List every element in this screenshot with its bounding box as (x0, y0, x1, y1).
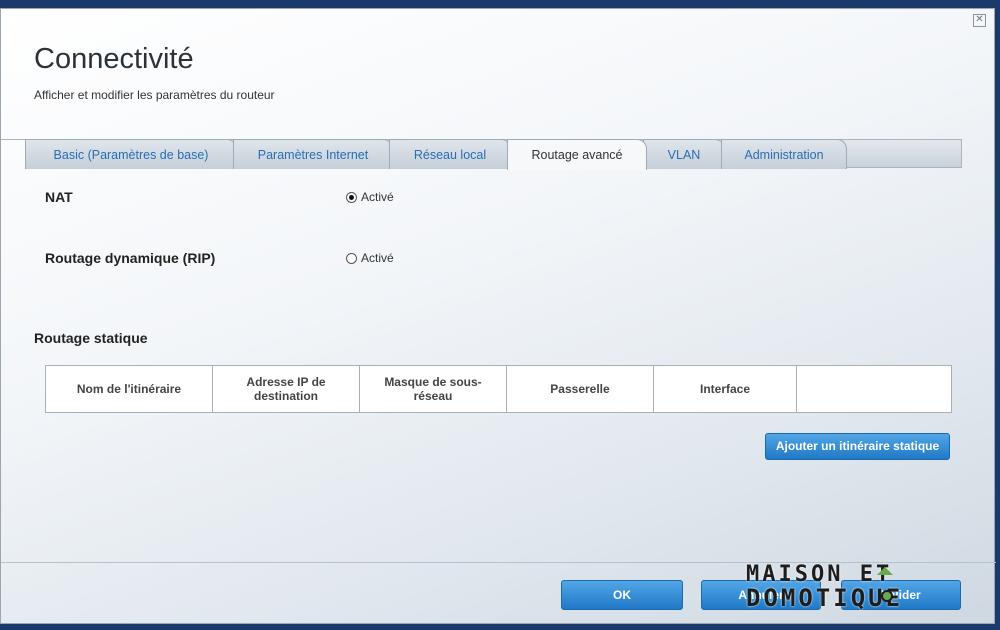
tab-bar: Basic (Paramètres de base) Paramètres In… (1, 137, 996, 170)
col-destination-ip: Adresse IP de destination (212, 365, 360, 413)
tab-bar-divider (1, 139, 25, 140)
connectivity-dialog: ✕ Connectivité Afficher et modifier les … (0, 8, 996, 624)
tab-administration[interactable]: Administration (721, 139, 847, 169)
house-icon (877, 567, 893, 575)
col-subnet-mask: Masque de sous-réseau (359, 365, 507, 413)
rip-enabled-radio-row[interactable]: Activé (346, 251, 394, 265)
tab-advanced-routing[interactable]: Routage avancé (507, 139, 647, 170)
col-actions (796, 365, 952, 413)
watermark-line2: DOMOTIQUE (746, 584, 904, 612)
static-routing-title: Routage statique (34, 330, 148, 346)
col-interface: Interface (653, 365, 797, 413)
nat-enabled-radio[interactable] (346, 191, 357, 203)
tab-internet-settings[interactable]: Paramètres Internet (233, 139, 393, 169)
tab-local-network[interactable]: Réseau local (389, 139, 511, 169)
nat-enabled-radio-row[interactable]: Activé (346, 190, 394, 204)
nat-enabled-label: Activé (361, 190, 394, 204)
add-static-route-button[interactable]: Ajouter un itinéraire statique (765, 433, 950, 460)
static-routes-table: Nom de l'itinéraire Adresse IP de destin… (45, 365, 952, 413)
watermark-dot-icon (881, 590, 893, 602)
page-title: Connectivité (34, 43, 194, 75)
watermark-logo: MAISON ET DOMOTIQUE (746, 562, 961, 612)
tab-vlan[interactable]: VLAN (643, 139, 725, 169)
col-route-name: Nom de l'itinéraire (45, 365, 213, 413)
col-gateway: Passerelle (506, 365, 654, 413)
ok-button[interactable]: OK (561, 580, 683, 610)
page-subtitle: Afficher et modifier les paramètres du r… (34, 88, 275, 102)
tab-basic[interactable]: Basic (Paramètres de base) (25, 139, 237, 169)
rip-enabled-label: Activé (361, 251, 394, 265)
table-header-row: Nom de l'itinéraire Adresse IP de destin… (45, 365, 952, 413)
close-icon[interactable]: ✕ (973, 14, 986, 27)
rip-enabled-radio[interactable] (346, 252, 357, 264)
nat-label: NAT (45, 189, 73, 205)
rip-label: Routage dynamique (RIP) (45, 250, 216, 266)
